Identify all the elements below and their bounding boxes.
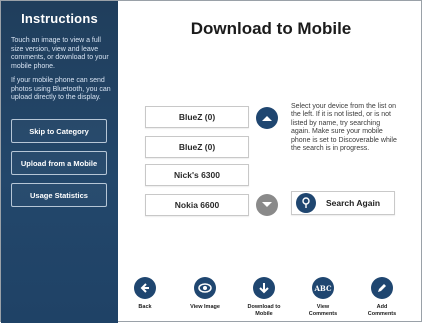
download-to-mobile-button[interactable]: Download to Mobile xyxy=(244,277,284,317)
search-again-button[interactable]: Search Again xyxy=(291,191,395,215)
pen-icon xyxy=(371,277,393,299)
skip-to-category-button[interactable]: Skip to Category xyxy=(11,119,107,143)
add-comments-button[interactable]: Add Comments xyxy=(362,277,402,317)
device-item-nicks-6300[interactable]: Nick's 6300 xyxy=(145,164,249,186)
device-item-nokia-6600[interactable]: Nokia 6600 xyxy=(145,194,249,216)
instructions-paragraph-1: Touch an image to view a full size versi… xyxy=(11,37,109,70)
view-image-button[interactable]: View Image xyxy=(185,277,225,311)
search-again-label: Search Again xyxy=(326,198,381,208)
view-comments-button[interactable]: ABC View Comments xyxy=(303,277,343,317)
upload-from-mobile-button[interactable]: Upload from a Mobile xyxy=(11,151,107,175)
back-label: Back xyxy=(138,304,152,310)
abc-icon: ABC xyxy=(312,277,334,299)
add-comments-label: Add Comments xyxy=(367,304,397,317)
back-button[interactable]: Back xyxy=(125,277,165,311)
view-image-label: View Image xyxy=(190,304,220,310)
instructions-sidebar: Instructions Touch an image to view a fu… xyxy=(1,1,118,323)
eye-icon xyxy=(194,277,216,299)
instructions-paragraph-2: If your mobile phone can send photos usi… xyxy=(11,77,111,101)
arrow-down-icon xyxy=(253,277,275,299)
usage-statistics-button[interactable]: Usage Statistics xyxy=(11,183,107,207)
arrow-left-icon xyxy=(134,277,156,299)
view-comments-label: View Comments xyxy=(308,304,338,317)
download-to-mobile-label: Download to Mobile xyxy=(247,304,281,317)
chevron-down-icon xyxy=(262,202,272,207)
device-item-bluez-2[interactable]: BlueZ (0) xyxy=(145,136,249,158)
search-bluetooth-icon xyxy=(296,193,316,213)
scroll-down-button[interactable] xyxy=(256,194,278,216)
scroll-up-button[interactable] xyxy=(256,107,278,129)
sidebar-title: Instructions xyxy=(21,11,98,26)
page-title: Download to Mobile xyxy=(190,19,352,38)
device-instructions-text: Select your device from the list on the … xyxy=(291,103,397,153)
device-item-bluez-1[interactable]: BlueZ (0) xyxy=(145,106,249,128)
app-window: Instructions Touch an image to view a fu… xyxy=(0,0,422,323)
chevron-up-icon xyxy=(262,116,272,121)
